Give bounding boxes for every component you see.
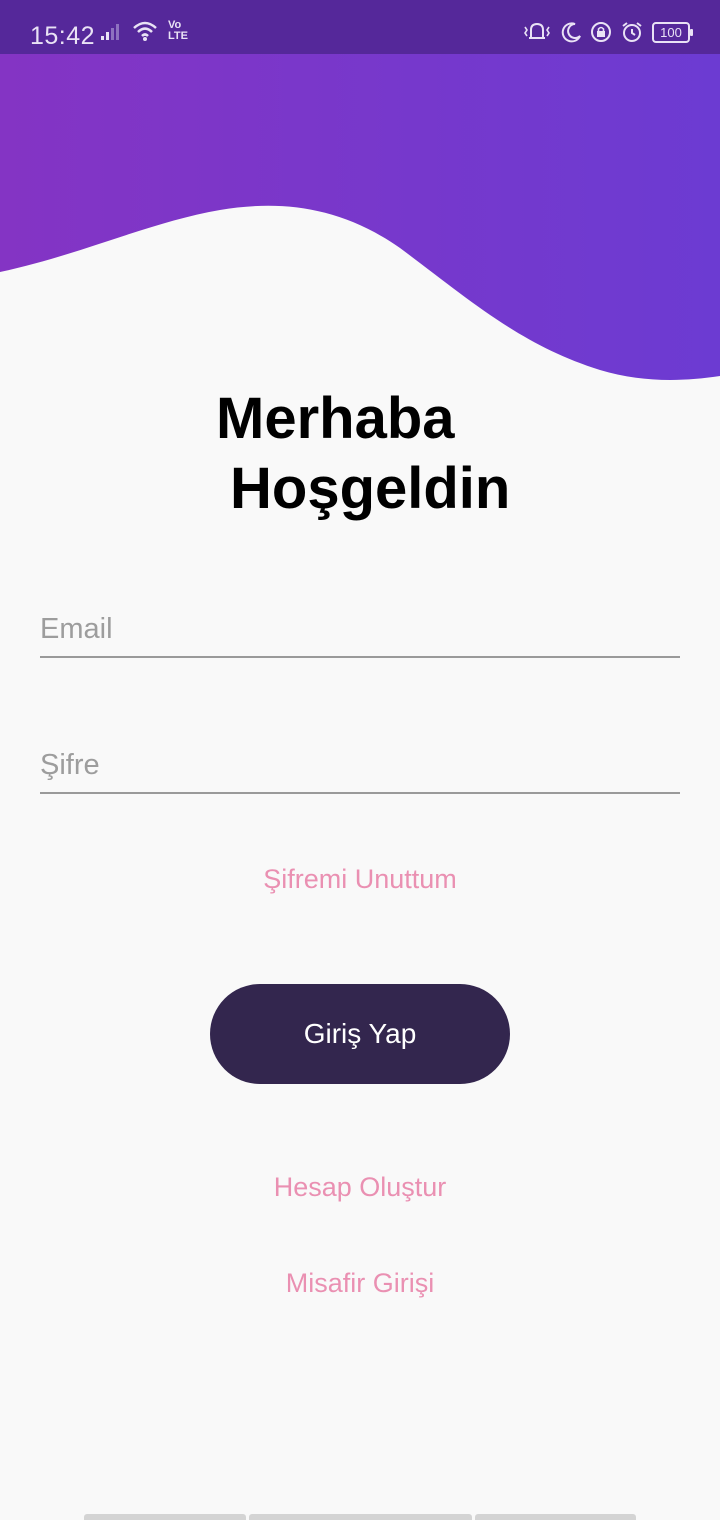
signal-icon bbox=[101, 24, 119, 40]
login-screen: 15:42 Vo LTE 100 Merhaba Hoşgeldin Email… bbox=[0, 0, 720, 1520]
status-bar: 15:42 Vo LTE 100 bbox=[0, 0, 720, 54]
alarm-icon bbox=[622, 22, 642, 42]
password-input[interactable] bbox=[40, 749, 680, 782]
create-account-link[interactable]: Hesap Oluştur bbox=[0, 1172, 720, 1203]
battery-icon: 100 bbox=[652, 21, 693, 43]
login-button[interactable]: Giriş Yap bbox=[210, 984, 510, 1084]
header-wave bbox=[0, 0, 720, 380]
vibrate-icon bbox=[524, 22, 550, 39]
greeting-line-1: Merhaba bbox=[216, 386, 455, 451]
status-right-icons: 100 bbox=[522, 20, 693, 44]
screen-lock-icon bbox=[591, 22, 611, 42]
nav-hint-segment bbox=[249, 1514, 472, 1520]
email-input[interactable] bbox=[40, 613, 680, 646]
do-not-disturb-moon-icon bbox=[561, 22, 581, 43]
status-time: 15:42 bbox=[30, 22, 96, 50]
wifi-icon bbox=[133, 21, 157, 41]
nav-hint-segment bbox=[475, 1514, 636, 1520]
guest-login-link[interactable]: Misafir Girişi bbox=[0, 1268, 720, 1299]
volte-bottom-text: LTE bbox=[168, 30, 188, 42]
forgot-password-link[interactable]: Şifremi Unuttum bbox=[0, 864, 720, 895]
status-left-icons: Vo LTE bbox=[100, 20, 188, 42]
greeting-line-2: Hoşgeldin bbox=[230, 456, 511, 521]
navigation-bar-hint bbox=[84, 1514, 636, 1520]
password-field[interactable] bbox=[40, 728, 680, 794]
email-field[interactable] bbox=[40, 592, 680, 658]
volte-icon: Vo LTE bbox=[168, 20, 188, 42]
nav-hint-segment bbox=[84, 1514, 246, 1520]
